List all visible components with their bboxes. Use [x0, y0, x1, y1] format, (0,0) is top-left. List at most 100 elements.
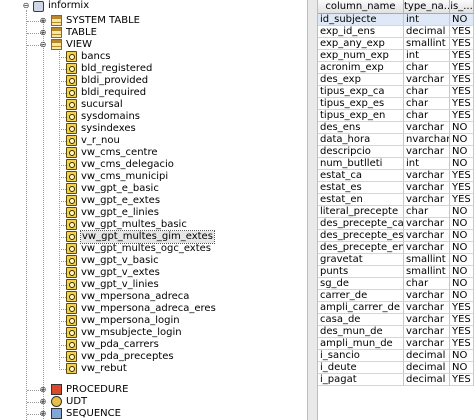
tree-node-view-item[interactable]: vw_gpt_e_extes [0, 195, 300, 207]
expand-icon[interactable]: ⊕ [39, 17, 47, 25]
tree-node-label: vw_gpt_v_extes [81, 267, 160, 278]
tree-node-view-item[interactable]: vw_gpt_v_extes [0, 267, 300, 279]
table-row[interactable]: des_precepte_es varchar NO [318, 230, 474, 242]
table-row[interactable]: sg_de char NO [318, 278, 474, 290]
table-row[interactable]: des_precepte_ca varchar NO [318, 218, 474, 230]
tree-node-root[interactable]: ⊖ informix [0, 0, 300, 13]
view-icon [66, 231, 77, 242]
tree-node-label: v_r_nou [81, 135, 120, 146]
tree-node-view-item[interactable]: vw_pda_carrers [0, 339, 300, 351]
column-header-name[interactable]: column_name [318, 0, 404, 14]
table-row[interactable]: gravetat smallint NO [318, 254, 474, 266]
tree-node-view-item[interactable]: vw_mpersona_adreca [0, 291, 300, 303]
cell-type-name: int [404, 158, 450, 170]
tree-node-view-item[interactable]: bldi_required [0, 87, 300, 99]
tree-node-view-item[interactable]: sysindexes [0, 123, 300, 135]
cell-is-nullable: YES [450, 38, 474, 50]
table-row[interactable]: ampli_mun_de varchar YES [318, 338, 474, 350]
tree-node-udt[interactable]: ⊕ UDT [0, 396, 300, 408]
table-row[interactable]: descripcio varchar NO [318, 146, 474, 158]
tree-node-view-item[interactable]: vw_gpt_multes_basic [0, 219, 300, 231]
expand-icon[interactable]: ⊕ [39, 386, 47, 394]
collapse-icon[interactable]: ⊖ [22, 2, 30, 10]
tree-node-label: bancs [81, 51, 111, 62]
table-row[interactable]: estat_ca varchar YES [318, 170, 474, 182]
tree-node-view-item[interactable]: v_r_nou [0, 135, 300, 147]
tree-node-view-item[interactable]: vw_gpt_v_linies [0, 279, 300, 291]
table-row[interactable]: des_precepte_en varchar NO [318, 242, 474, 254]
cell-is-nullable: YES [450, 98, 474, 110]
table-row[interactable]: data_hora nvarchar NO [318, 134, 474, 146]
tree-node-view-item[interactable]: bancs [0, 51, 300, 63]
tree-node-view-item[interactable]: vw_gpt_multes_gim_extes [0, 230, 300, 244]
table-row[interactable]: exp_id_ens decimal YES [318, 26, 474, 38]
tree-node-view[interactable]: ⊖ VIEW [0, 39, 300, 51]
tree-node-view-item[interactable]: vw_cms_delegacio [0, 159, 300, 171]
tree-node-view-item[interactable]: vw_mpersona_login [0, 315, 300, 327]
table-row[interactable]: exp_num_exp int YES [318, 50, 474, 62]
cell-type-name: varchar [404, 218, 450, 230]
view-icon [66, 207, 77, 218]
tree-node-view-item[interactable]: vw_gpt_multes_ogc_extes [0, 243, 300, 255]
table-row[interactable]: des_ens varchar NO [318, 122, 474, 134]
column-header-nullable[interactable]: is_... [450, 0, 474, 14]
columns-grid[interactable]: column_name type_na... is_... id_subject… [318, 0, 474, 420]
cell-column-name: i_pagat [318, 374, 404, 386]
expand-icon[interactable]: ⊕ [39, 29, 47, 37]
column-header-type[interactable]: type_na... [404, 0, 450, 14]
table-row[interactable]: des_mun_de varchar YES [318, 326, 474, 338]
view-icon [66, 279, 77, 290]
cell-column-name: gravetat [318, 254, 404, 266]
cell-type-name: char [404, 98, 450, 110]
tree-node-view-item[interactable]: vw_gpt_e_linies [0, 207, 300, 219]
table-row[interactable]: literal_precepte char NO [318, 206, 474, 218]
tree-node-sequence[interactable]: ⊕ SEQUENCE [0, 408, 300, 420]
tree-node-view-item[interactable]: bldi_provided [0, 75, 300, 87]
tree-node-view-item[interactable]: sucursal [0, 99, 300, 111]
panel-splitter[interactable] [307, 0, 318, 420]
table-row[interactable]: exp_any_exp smallint YES [318, 38, 474, 50]
table-row[interactable]: estat_en varchar YES [318, 194, 474, 206]
object-tree[interactable]: ⊖ informix ⊕ SYSTEM TABLE ⊕ TABLE ⊖ VIEW… [0, 0, 307, 420]
tree-node-view-item[interactable]: vw_pda_preceptes [0, 351, 300, 363]
tree-node-view-item[interactable]: vw_cms_municipi [0, 171, 300, 183]
cell-is-nullable: NO [450, 290, 474, 302]
table-row[interactable]: id_subjecte int NO [318, 14, 474, 26]
collapse-icon[interactable]: ⊖ [39, 41, 47, 49]
table-row[interactable]: tipus_exp_ca char YES [318, 86, 474, 98]
tree-node-view-item[interactable]: vw_msubjecte_login [0, 327, 300, 339]
table-row[interactable]: acronim_exp char YES [318, 62, 474, 74]
expand-icon[interactable]: ⊕ [39, 410, 47, 418]
table-row[interactable]: estat_es varchar YES [318, 182, 474, 194]
expand-icon[interactable]: ⊕ [39, 398, 47, 406]
table-row[interactable]: num_butlleti int NO [318, 158, 474, 170]
cell-type-name: int [404, 14, 450, 26]
cell-is-nullable: NO [450, 206, 474, 218]
table-row[interactable]: casa_de varchar YES [318, 314, 474, 326]
tree-node-label: vw_cms_municipi [81, 171, 169, 182]
table-row[interactable]: ampli_carrer_de varchar YES [318, 302, 474, 314]
tree-node-view-item[interactable]: bld_registered [0, 63, 300, 75]
tree-node-view-item[interactable]: vw_gpt_v_basic [0, 255, 300, 267]
tree-node-table[interactable]: ⊕ TABLE [0, 27, 300, 39]
tree-node-view-item[interactable]: vw_gpt_e_basic [0, 183, 300, 195]
table-row[interactable]: i_pagat decimal YES [318, 374, 474, 386]
table-row[interactable]: tipus_exp_en char YES [318, 110, 474, 122]
tree-node-system-table[interactable]: ⊕ SYSTEM TABLE [0, 15, 300, 27]
table-row[interactable]: tipus_exp_es char YES [318, 98, 474, 110]
table-row[interactable]: carrer_de varchar NO [318, 290, 474, 302]
cell-type-name: smallint [404, 254, 450, 266]
tree-node-view-item[interactable]: vw_rebut [0, 363, 300, 375]
tree-node-view-item[interactable]: vw_mpersona_adreca_eres [0, 303, 300, 315]
tree-node-procedure[interactable]: ⊕ PROCEDURE [0, 384, 300, 396]
tree-node-view-item[interactable]: vw_cms_centre [0, 147, 300, 159]
tree-node-view-item[interactable]: sysdomains [0, 111, 300, 123]
cell-column-name: ampli_mun_de [318, 338, 404, 350]
table-row[interactable]: des_exp varchar YES [318, 74, 474, 86]
table-row[interactable]: punts smallint NO [318, 266, 474, 278]
cell-is-nullable: YES [450, 50, 474, 62]
cell-type-name: varchar [404, 74, 450, 86]
table-row[interactable]: i_sancio decimal NO [318, 350, 474, 362]
table-row[interactable]: i_deute decimal NO [318, 362, 474, 374]
tree-node-label: vw_gpt_v_basic [81, 255, 159, 266]
